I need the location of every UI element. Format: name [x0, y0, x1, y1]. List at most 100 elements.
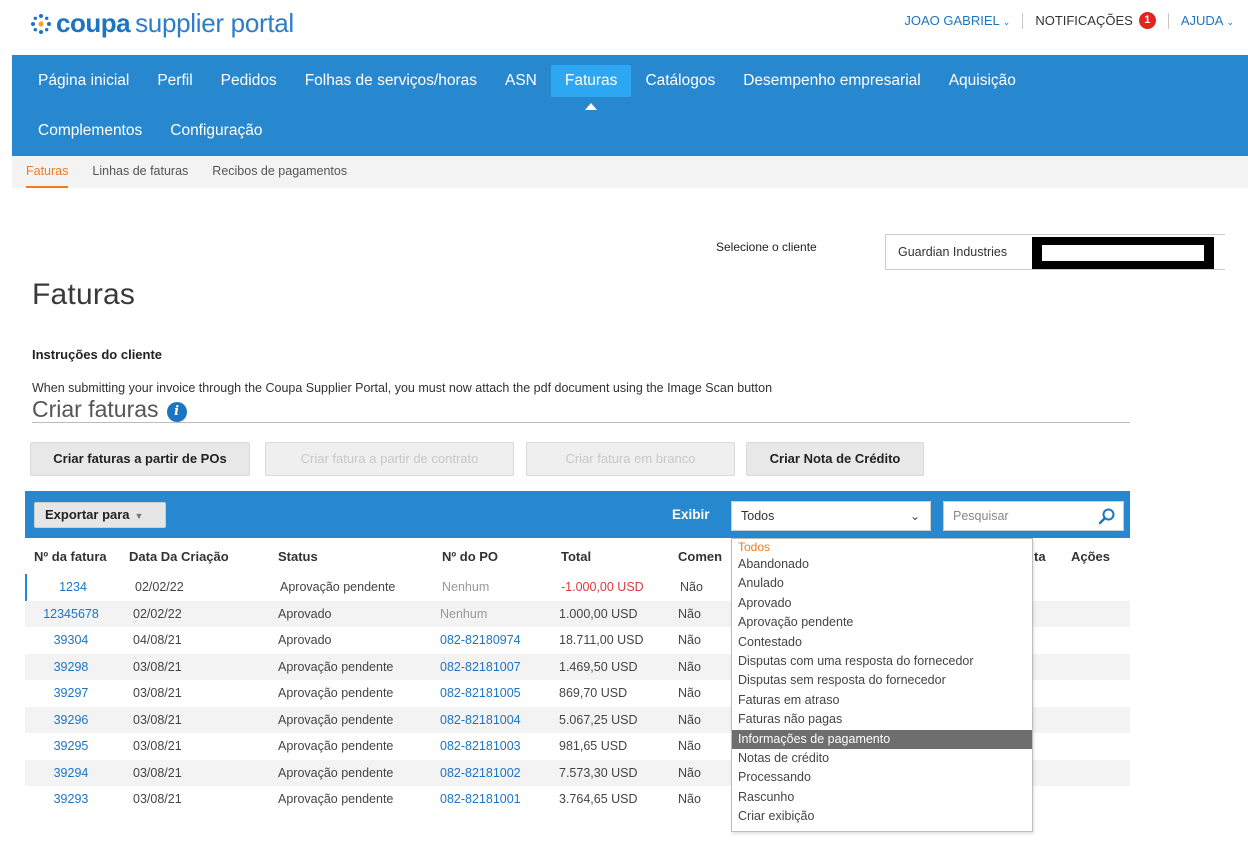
dropdown-option-highlighted[interactable]: Informações de pagamento	[732, 729, 1032, 749]
invoice-number-link[interactable]: 39295	[27, 739, 115, 753]
subnav-invoices[interactable]: Faturas	[26, 156, 69, 188]
dropdown-option[interactable]: Abandonado	[732, 555, 1032, 574]
comments-value: Não	[678, 659, 701, 674]
po-number-link[interactable]: 082-82181003	[440, 739, 521, 753]
po-number-link[interactable]: 082-82181007	[440, 660, 521, 674]
invoice-number-link[interactable]: 39293	[27, 792, 115, 806]
top-right-menu: JOAO GABRIEL ⌄ NOTIFICAÇÕES 1 AJUDA ⌄	[904, 12, 1234, 29]
dropdown-option[interactable]: Anulado	[732, 574, 1032, 593]
brand-suffix: supplier portal	[135, 8, 294, 38]
dropdown-option[interactable]: Disputas sem resposta do fornecedor	[732, 671, 1032, 690]
export-label: Exportar para	[45, 507, 130, 522]
dropdown-option[interactable]: Processando	[732, 768, 1032, 787]
comments-value: Não	[678, 606, 701, 621]
nav-timesheets[interactable]: Folhas de serviços/horas	[291, 65, 491, 97]
po-number-link[interactable]: 082-82181002	[440, 766, 521, 780]
dropdown-option[interactable]: Faturas não pagas	[732, 710, 1032, 729]
subnav-invoice-lines[interactable]: Linhas de faturas	[80, 156, 200, 188]
dropdown-option[interactable]: Contestado	[732, 633, 1032, 652]
divider	[1022, 12, 1024, 29]
nav-orders[interactable]: Pedidos	[207, 65, 291, 97]
invoice-number-link[interactable]: 39296	[27, 713, 115, 727]
nav-asn[interactable]: ASN	[491, 65, 551, 97]
dropdown-option[interactable]: Criar exibição	[732, 807, 1032, 826]
notification-badge: 1	[1138, 12, 1156, 29]
status-text: Aprovação pendente	[278, 686, 394, 700]
invoice-number-link[interactable]: 12345678	[27, 607, 115, 621]
created-date: 02/02/22	[135, 580, 184, 594]
comments-value: Não	[678, 739, 701, 753]
user-menu[interactable]: JOAO GABRIEL ⌄	[904, 13, 1010, 28]
nav-home[interactable]: Página inicial	[24, 65, 143, 97]
po-number-link[interactable]: 082-82180974	[440, 633, 521, 647]
total-amount: 18.711,00 USD	[559, 633, 644, 647]
col-invoice-no[interactable]: Nº da fatura	[34, 549, 107, 564]
invoice-number-link[interactable]: 39294	[27, 766, 115, 780]
nav-profile[interactable]: Perfil	[143, 65, 206, 97]
notifications-menu[interactable]: NOTIFICAÇÕES 1	[1035, 12, 1156, 29]
customer-select[interactable]: Guardian Industries	[885, 234, 1225, 270]
main-nav-row-1: Página inicial Perfil Pedidos Folhas de …	[12, 56, 1030, 110]
po-number-link[interactable]: 082-82181005	[440, 686, 521, 700]
dropdown-option[interactable]: Faturas em atraso	[732, 691, 1032, 710]
total-amount: 1.469,50 USD	[559, 659, 638, 674]
divider	[1167, 12, 1169, 29]
dropdown-option[interactable]: Todos	[732, 541, 1032, 555]
chevron-down-icon: ⌄	[1002, 17, 1011, 27]
nav-sourcing[interactable]: Aquisição	[935, 65, 1030, 97]
top-header: coupa supplier portal JOAO GABRIEL ⌄ NOTI…	[0, 0, 1248, 52]
subnav-payment-receipts[interactable]: Recibos de pagamentos	[200, 156, 359, 188]
create-credit-note-button[interactable]: Criar Nota de Crédito	[746, 442, 924, 476]
invoice-number-link[interactable]: 1234	[29, 580, 117, 594]
dropdown-option[interactable]: Notas de crédito	[732, 749, 1032, 768]
col-total[interactable]: Total	[561, 549, 591, 564]
search-box	[943, 501, 1124, 531]
invoice-number-link[interactable]: 39298	[27, 660, 115, 674]
nav-catalogs[interactable]: Catálogos	[631, 65, 729, 97]
po-number-link[interactable]: 082-82181001	[440, 792, 521, 806]
nav-setup[interactable]: Configuração	[156, 115, 276, 147]
nav-add-ons[interactable]: Complementos	[24, 115, 156, 147]
status-text: Aprovação pendente	[278, 659, 394, 674]
page-title: Faturas	[32, 278, 136, 311]
coupa-logo-icon	[31, 14, 51, 34]
export-button[interactable]: Exportar para ▼	[34, 502, 166, 528]
view-filter-select[interactable]: Todos ⌄	[731, 501, 931, 531]
dropdown-option[interactable]: Rascunho	[732, 788, 1032, 807]
comments-value: Não	[678, 712, 701, 727]
po-number-link[interactable]: 082-82181004	[440, 713, 521, 727]
nav-business-performance[interactable]: Desempenho empresarial	[729, 65, 934, 97]
view-filter-dropdown: Todos Abandonado Anulado Aprovado Aprova…	[731, 538, 1033, 832]
status-text: Aprovado	[278, 633, 332, 647]
status-text: Aprovado	[278, 606, 332, 621]
invoice-number-link[interactable]: 39297	[27, 686, 115, 700]
search-icon[interactable]	[1098, 507, 1116, 525]
help-menu[interactable]: AJUDA ⌄	[1181, 13, 1234, 28]
col-comments[interactable]: Comen	[678, 549, 722, 564]
comments-value: Não	[678, 765, 701, 780]
col-hidden-partial[interactable]: ta	[1034, 549, 1046, 564]
created-date: 03/08/21	[133, 712, 182, 727]
dropdown-option[interactable]: Disputas com uma resposta do fornecedor	[732, 652, 1032, 671]
col-po-no[interactable]: Nº do PO	[442, 549, 498, 564]
dropdown-option[interactable]: Aprovado	[732, 594, 1032, 613]
nav-invoices[interactable]: Faturas	[550, 65, 632, 110]
coupa-logo[interactable]: coupa supplier portal	[30, 8, 294, 39]
customer-instructions-text: When submitting your invoice through the…	[32, 381, 773, 395]
create-from-pos-button[interactable]: Criar faturas a partir de POs	[30, 442, 250, 476]
info-icon[interactable]: i	[166, 401, 187, 422]
user-name: JOAO GABRIEL	[904, 13, 1000, 28]
search-input[interactable]	[953, 509, 1083, 523]
invoice-number-link[interactable]: 39304	[27, 633, 115, 647]
main-nav: Página inicial Perfil Pedidos Folhas de …	[12, 55, 1248, 156]
create-from-contract-button: Criar fatura a partir de contrato	[265, 442, 514, 476]
created-date: 02/02/22	[133, 606, 182, 621]
dropdown-option[interactable]: Aprovação pendente	[732, 613, 1032, 632]
col-status[interactable]: Status	[278, 549, 318, 564]
view-filter-label: Exibir	[672, 507, 710, 522]
sub-nav: Faturas Linhas de faturas Recibos de pag…	[12, 156, 1248, 188]
col-created-date[interactable]: Data Da Criação	[129, 549, 229, 564]
total-amount: 7.573,30 USD	[559, 765, 638, 780]
create-invoices-heading: Criar faturas i	[32, 396, 187, 423]
view-filter-value: Todos	[741, 509, 775, 523]
